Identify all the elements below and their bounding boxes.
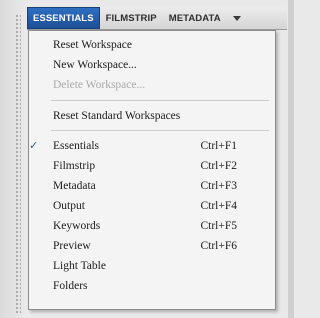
workspace-dropdown-arrow-icon[interactable] — [232, 15, 241, 21]
tab-essentials[interactable]: ESSENTIALS — [27, 7, 100, 29]
menu-item-label: Folders — [53, 280, 88, 292]
menu-item-shortcut: Ctrl+F2 — [200, 160, 237, 172]
menu-item-folders[interactable]: Folders — [29, 278, 275, 294]
menu-item-label: Metadata — [53, 180, 96, 192]
menu-item-new-workspace[interactable]: New Workspace... — [29, 57, 275, 73]
menu-item-reset-workspace[interactable]: Reset Workspace — [29, 37, 275, 53]
menu-item-delete-workspace: Delete Workspace... — [29, 77, 275, 93]
menu-item-keywords[interactable]: Keywords Ctrl+F5 — [29, 218, 275, 234]
menu-item-label: Filmstrip — [53, 160, 96, 172]
menu-item-label: Light Table — [53, 260, 106, 272]
menu-item-metadata[interactable]: Metadata Ctrl+F3 — [29, 178, 275, 194]
menu-item-label: Preview — [53, 240, 91, 252]
menu-item-label: Essentials — [53, 140, 99, 152]
checkmark-icon: ✓ — [29, 139, 39, 152]
menu-item-label: Delete Workspace... — [53, 79, 146, 91]
drag-grip-icon[interactable] — [15, 14, 21, 314]
menu-item-shortcut: Ctrl+F4 — [200, 200, 237, 212]
menu-item-label: Reset Workspace — [53, 39, 133, 51]
menu-item-filmstrip[interactable]: Filmstrip Ctrl+F2 — [29, 158, 275, 174]
menu-item-label: Keywords — [53, 220, 101, 232]
menu-item-shortcut: Ctrl+F1 — [200, 140, 237, 152]
menu-separator — [51, 130, 269, 131]
menu-item-reset-standard-workspaces[interactable]: Reset Standard Workspaces — [29, 108, 275, 124]
tab-metadata[interactable]: METADATA — [163, 7, 227, 29]
menu-item-essentials[interactable]: ✓ Essentials Ctrl+F1 — [29, 138, 275, 154]
menu-item-shortcut: Ctrl+F6 — [200, 240, 237, 252]
workspace-dropdown-menu: Reset Workspace New Workspace... Delete … — [28, 30, 276, 310]
workspace-switcher-bar: ESSENTIALS FILMSTRIP METADATA — [27, 7, 287, 30]
menu-item-shortcut: Ctrl+F3 — [200, 180, 237, 192]
menu-item-label: New Workspace... — [53, 59, 137, 71]
menu-item-label: Reset Standard Workspaces — [53, 110, 181, 122]
menu-separator — [51, 100, 269, 101]
menu-item-label: Output — [53, 200, 85, 212]
tab-filmstrip[interactable]: FILMSTRIP — [100, 7, 163, 29]
menu-item-light-table[interactable]: Light Table — [29, 258, 275, 274]
menu-item-shortcut: Ctrl+F5 — [200, 220, 237, 232]
menu-item-output[interactable]: Output Ctrl+F4 — [29, 198, 275, 214]
right-panel-edge — [288, 0, 294, 318]
menu-item-preview[interactable]: Preview Ctrl+F6 — [29, 238, 275, 254]
